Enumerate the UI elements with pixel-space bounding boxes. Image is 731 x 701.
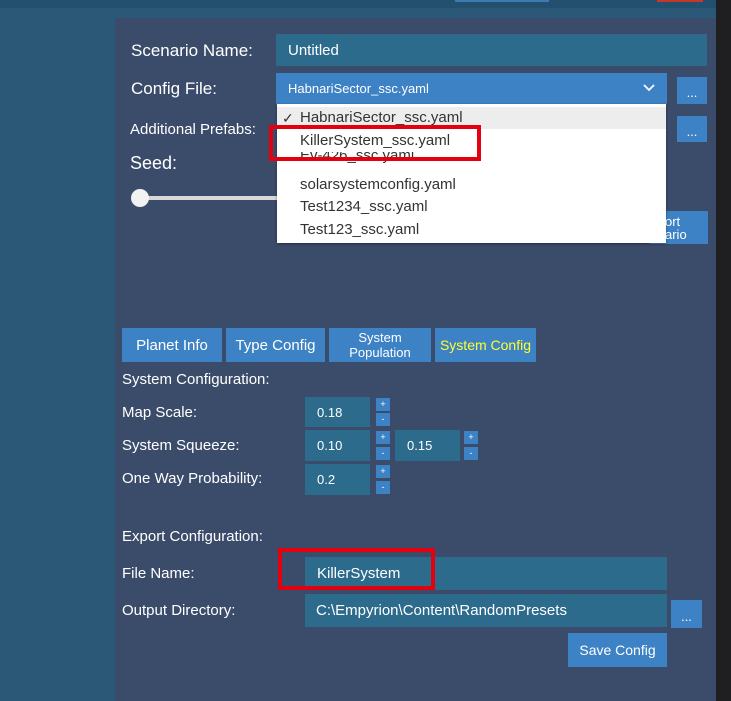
one-way-decrement-button[interactable]: - (376, 481, 390, 494)
chevron-down-icon (643, 81, 655, 96)
highlight-box-option (269, 125, 481, 161)
file-name-label: File Name: (122, 565, 195, 582)
squeeze-min-decrement-button[interactable]: - (376, 447, 390, 460)
dropdown-option[interactable]: solarsystemconfig.yaml (277, 174, 666, 196)
save-config-button[interactable]: Save Config (568, 633, 667, 667)
scenario-name-input[interactable]: Untitled (276, 34, 707, 66)
highlight-box-filename (278, 548, 435, 590)
config-file-browse-button[interactable]: ... (677, 77, 707, 104)
seed-slider-handle[interactable] (131, 189, 149, 207)
tab-system-population-line2: Population (349, 345, 411, 360)
window-edge (716, 0, 731, 701)
export-configuration-heading: Export Configuration: (122, 528, 263, 545)
output-directory-browse-button[interactable]: ... (671, 600, 702, 628)
seed-slider-track[interactable] (138, 196, 278, 200)
top-strip (0, 0, 716, 8)
export-scenario-label-1: ort (665, 213, 681, 229)
tab-type-config[interactable]: Type Config (226, 328, 325, 362)
config-file-label: Config File: (131, 79, 217, 98)
config-file-selected: HabnariSector_ssc.yaml (288, 81, 429, 96)
map-scale-input[interactable]: 0.18 (305, 397, 370, 427)
seed-label: Seed: (130, 153, 178, 173)
output-directory-label: Output Directory: (122, 602, 236, 619)
scenario-name-label: Scenario Name: (131, 41, 253, 60)
squeeze-max-increment-button[interactable]: + (464, 431, 478, 444)
system-squeeze-label: System Squeeze: (122, 437, 240, 454)
dropdown-option-label: solarsystemconfig.yaml (300, 176, 456, 193)
system-squeeze-max-input[interactable]: 0.15 (395, 430, 460, 461)
tab-system-population-line1: System (358, 330, 402, 345)
top-strip-button (455, 0, 549, 2)
dropdown-option-label: Test123_ssc.yaml (300, 221, 420, 238)
one-way-probability-label: One Way Probability: (122, 470, 263, 487)
squeeze-min-increment-button[interactable]: + (376, 431, 390, 444)
one-way-probability-input[interactable]: 0.2 (305, 464, 370, 495)
tab-planet-info[interactable]: Planet Info (122, 328, 222, 362)
tab-system-config[interactable]: System Config (435, 328, 536, 362)
prefabs-browse-button[interactable]: ... (677, 116, 707, 142)
dropdown-option-label: Test1234_ssc.yaml (300, 198, 428, 215)
dropdown-option[interactable]: Test123_ssc.yaml (277, 219, 666, 241)
one-way-increment-button[interactable]: + (376, 465, 390, 478)
squeeze-max-decrement-button[interactable]: - (464, 447, 478, 460)
system-squeeze-min-input[interactable]: 0.10 (305, 430, 370, 461)
output-directory-input[interactable]: C:\Empyrion\Content\RandomPresets (305, 594, 667, 627)
map-scale-label: Map Scale: (122, 404, 198, 421)
map-scale-decrement-button[interactable]: - (376, 413, 390, 426)
top-strip-close (657, 0, 703, 2)
tab-system-population[interactable]: System Population (329, 328, 431, 362)
system-configuration-heading: System Configuration: (122, 371, 270, 388)
config-file-select[interactable]: HabnariSector_ssc.yaml (276, 73, 667, 104)
export-scenario-label-2: ario (665, 226, 687, 242)
dropdown-option[interactable]: Test1234_ssc.yaml (277, 196, 666, 218)
additional-prefabs-label: Additional Prefabs: (130, 121, 256, 138)
dropdown-option-label: HabnariSector_ssc.yaml (300, 109, 463, 126)
map-scale-increment-button[interactable]: + (376, 398, 390, 411)
